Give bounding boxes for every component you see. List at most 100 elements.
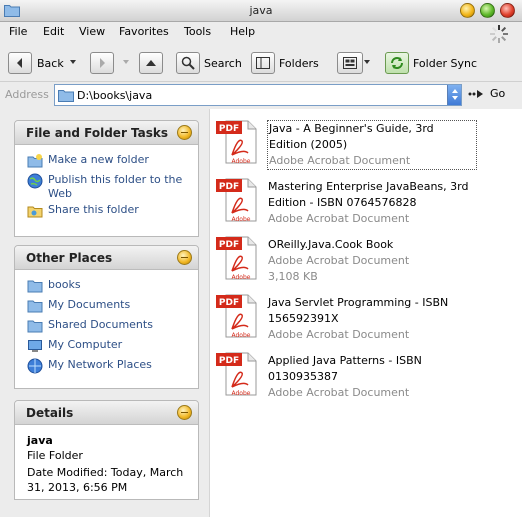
task-share-folder[interactable]: Share this folder: [27, 203, 139, 219]
back-label[interactable]: Back: [37, 57, 64, 70]
computer-icon: [28, 340, 42, 352]
folder-icon: [27, 300, 43, 313]
forward-dropdown-icon[interactable]: [123, 60, 129, 64]
collapse-icon[interactable]: [177, 250, 192, 265]
file-type: Adobe Acrobat Document: [268, 328, 410, 341]
new-folder-icon: [27, 154, 43, 168]
file-item[interactable]: PDF Adobe OReilly.Java.Cook Book Adobe A…: [216, 233, 516, 289]
minimize-button[interactable]: [460, 3, 475, 18]
svg-text:Adobe: Adobe: [232, 390, 251, 397]
folders-label[interactable]: Folders: [279, 57, 319, 70]
pdf-icon: PDF Adobe: [216, 236, 257, 281]
menu-help[interactable]: Help: [230, 25, 255, 38]
search-button[interactable]: [176, 52, 200, 74]
menu-view[interactable]: View: [79, 25, 105, 38]
panel-header[interactable]: File and Folder Tasks: [15, 121, 198, 145]
close-button[interactable]: [500, 3, 515, 18]
place-label: My Documents: [48, 298, 131, 311]
views-button[interactable]: [337, 52, 363, 74]
address-dropdown-button[interactable]: [447, 85, 461, 105]
file-name: Mastering Enterprise JavaBeans, 3rd Edit…: [268, 180, 469, 209]
file-label: Mastering Enterprise JavaBeans, 3rd Edit…: [268, 179, 478, 227]
place-my-network-places[interactable]: My Network Places: [27, 358, 152, 374]
back-dropdown-icon[interactable]: [70, 60, 76, 64]
file-item[interactable]: PDF Adobe Java Servlet Programming - ISB…: [216, 291, 516, 347]
file-item[interactable]: PDF Adobe Applied Java Patterns - ISBN 0…: [216, 349, 516, 405]
place-my-computer[interactable]: My Computer: [27, 338, 122, 354]
file-list: PDF Adobe Java - A Beginner's Guide, 3rd…: [210, 109, 522, 517]
go-button[interactable]: Go: [468, 87, 505, 100]
svg-text:PDF: PDF: [219, 298, 239, 308]
task-make-new-folder[interactable]: Make a new folder: [27, 153, 149, 169]
file-name: OReilly.Java.Cook Book: [268, 238, 394, 251]
folder-icon: [27, 320, 43, 333]
forward-arrow-icon: [100, 58, 105, 68]
collapse-icon[interactable]: [177, 125, 192, 140]
place-books[interactable]: books: [27, 278, 81, 294]
svg-text:PDF: PDF: [219, 124, 239, 134]
file-name: Applied Java Patterns - ISBN 0130935387: [268, 354, 422, 383]
svg-text:Adobe: Adobe: [232, 216, 251, 223]
folders-pane-icon: [256, 57, 270, 69]
forward-button[interactable]: [90, 52, 114, 74]
menu-tools[interactable]: Tools: [184, 25, 211, 38]
back-button[interactable]: [8, 52, 32, 74]
file-type: Adobe Acrobat Document: [268, 212, 410, 225]
task-label: Make a new folder: [48, 153, 149, 166]
file-type: Adobe Acrobat Document: [269, 154, 411, 167]
file-label: OReilly.Java.Cook Book Adobe Acrobat Doc…: [268, 237, 478, 285]
views-icon: [343, 57, 357, 69]
place-label: My Network Places: [48, 358, 152, 371]
loading-spinner-icon: [490, 25, 508, 43]
file-item[interactable]: PDF Adobe Java - A Beginner's Guide, 3rd…: [216, 117, 516, 173]
address-bar: Address D:\books\java Go: [0, 82, 522, 108]
file-label: Applied Java Patterns - ISBN 0130935387 …: [268, 353, 478, 401]
panel-title: Other Places: [26, 251, 113, 265]
place-label: Shared Documents: [48, 318, 153, 331]
views-dropdown-icon[interactable]: [364, 60, 370, 64]
file-name: Java Servlet Programming - ISBN 15659239…: [268, 296, 449, 325]
share-folder-icon: [27, 206, 43, 218]
file-label: Java Servlet Programming - ISBN 15659239…: [268, 295, 478, 343]
panel-header[interactable]: Details: [15, 401, 198, 425]
toolbar: Back Search Folders Folder Sync: [0, 44, 522, 82]
menu-file[interactable]: File: [9, 25, 27, 38]
svg-text:Adobe: Adobe: [232, 274, 251, 281]
file-name: Java - A Beginner's Guide, 3rd Edition (…: [269, 122, 434, 151]
file-label: Java - A Beginner's Guide, 3rd Edition (…: [267, 120, 477, 170]
file-size: 3,108 KB: [268, 270, 318, 283]
place-label: My Computer: [48, 338, 123, 351]
svg-text:PDF: PDF: [219, 240, 239, 250]
search-label[interactable]: Search: [204, 57, 242, 70]
title-bar[interactable]: java: [0, 0, 522, 22]
collapse-icon[interactable]: [177, 405, 192, 420]
place-shared-documents[interactable]: Shared Documents: [27, 318, 153, 334]
pdf-icon: PDF Adobe: [216, 352, 257, 397]
folder-sync-button[interactable]: [385, 52, 409, 74]
zoom-button[interactable]: [480, 3, 495, 18]
svg-text:Adobe: Adobe: [232, 158, 251, 165]
file-folder-tasks-panel: File and Folder Tasks Make a new folder …: [14, 120, 199, 237]
menu-favorites[interactable]: Favorites: [119, 25, 169, 38]
task-pane: File and Folder Tasks Make a new folder …: [0, 109, 210, 517]
svg-text:Adobe: Adobe: [232, 332, 251, 339]
panel-header[interactable]: Other Places: [15, 246, 198, 270]
folder-sync-label[interactable]: Folder Sync: [413, 57, 477, 70]
search-icon: [181, 56, 195, 70]
folders-button[interactable]: [251, 52, 275, 74]
menu-edit[interactable]: Edit: [43, 25, 64, 38]
address-value[interactable]: D:\books\java: [77, 89, 152, 102]
file-item[interactable]: PDF Adobe Mastering Enterprise JavaBeans…: [216, 175, 516, 231]
folder-icon: [58, 90, 74, 102]
task-publish-folder[interactable]: Publish this folder to the Web: [27, 173, 187, 201]
folder-icon: [27, 280, 43, 293]
pdf-icon: PDF Adobe: [216, 178, 257, 223]
other-places-panel: Other Places books My Documents Shared D…: [14, 245, 199, 389]
up-button[interactable]: [139, 52, 163, 74]
file-type: Adobe Acrobat Document: [268, 254, 410, 267]
address-input[interactable]: D:\books\java: [54, 84, 462, 106]
network-icon: [27, 358, 43, 374]
details-name: java: [27, 434, 53, 447]
place-my-documents[interactable]: My Documents: [27, 298, 130, 314]
panel-title: Details: [26, 406, 74, 420]
